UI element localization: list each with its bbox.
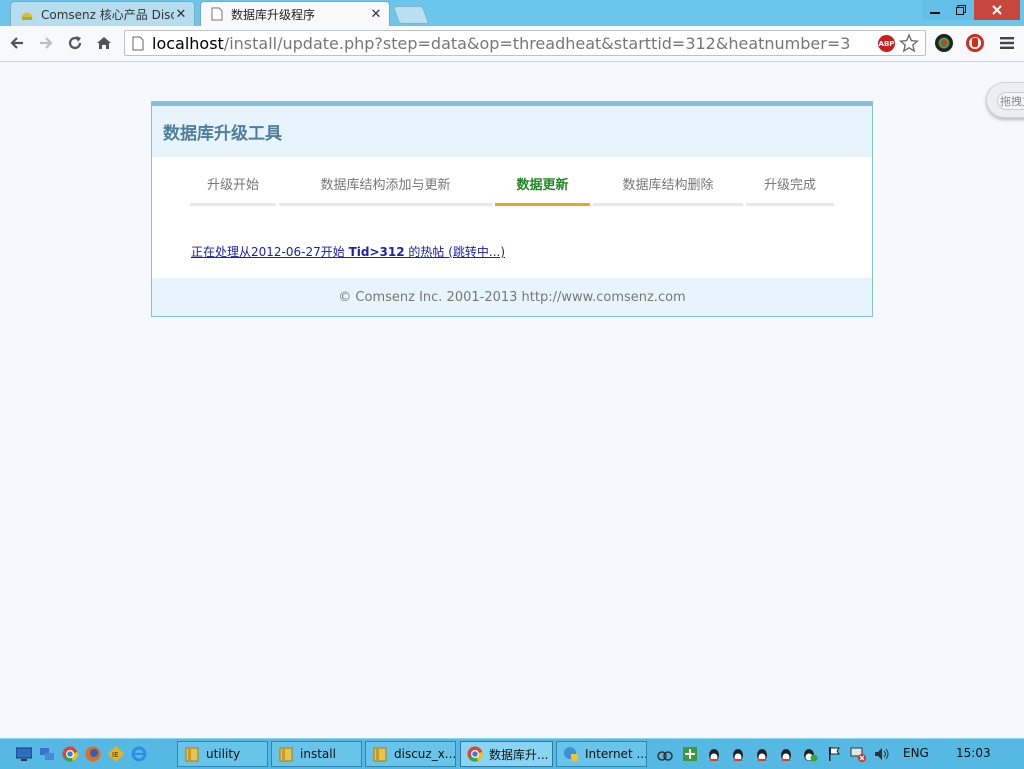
system-clock[interactable]: 15:03 xyxy=(956,746,991,760)
folder-icon xyxy=(278,746,294,762)
browser-title-bar: Comsenz 核心产品 Discu ✕ 数据库升级程序 ✕ xyxy=(0,0,1024,26)
page-title: 数据库升级工具 xyxy=(152,106,872,157)
tab-db-upgrade[interactable]: 数据库升级程序 ✕ xyxy=(200,1,390,26)
tray-qq-icon[interactable] xyxy=(706,746,722,762)
tab-comsenz[interactable]: Comsenz 核心产品 Discu ✕ xyxy=(10,1,195,26)
svg-text:IE: IE xyxy=(112,751,119,759)
upgrade-panel: 数据库升级工具 升级开始 数据库结构添加与更新 数据更新 数据库结构删除 升级完… xyxy=(151,101,873,317)
input-language[interactable]: ENG xyxy=(903,746,929,760)
menu-icon[interactable] xyxy=(996,32,1018,54)
step-structure-add: 数据库结构添加与更新 xyxy=(279,170,492,206)
page-icon xyxy=(132,36,146,51)
step-complete: 升级完成 xyxy=(746,170,834,206)
url-path: /install/update.php?step=data&op=threadh… xyxy=(223,33,851,53)
comsenz-favicon-icon xyxy=(19,6,35,22)
internet-settings-icon xyxy=(563,746,579,762)
taskbar-item-utility[interactable]: utility xyxy=(177,741,268,767)
tray-qq-icon[interactable] xyxy=(754,746,770,762)
step-structure-delete: 数据库结构删除 xyxy=(593,170,743,206)
address-bar[interactable]: localhost/install/update.php?step=data&o… xyxy=(124,30,926,56)
chrome-icon xyxy=(467,746,483,762)
reload-icon[interactable] xyxy=(64,32,86,54)
camera-extension-icon[interactable] xyxy=(933,32,955,54)
chrome-launcher-icon[interactable] xyxy=(62,746,78,762)
taskbar-item-internet[interactable]: Internet ... xyxy=(556,741,647,767)
tab-close-icon[interactable]: ✕ xyxy=(369,7,383,22)
minimize-button[interactable] xyxy=(922,0,948,20)
taskbar: IE utility install discuz_x... 数据库升... I… xyxy=(0,738,1024,769)
internet-explorer-icon[interactable] xyxy=(131,746,147,762)
star-icon[interactable] xyxy=(898,33,920,57)
taskbar-item-discuz[interactable]: discuz_x... xyxy=(365,741,456,767)
tray-qq-icon[interactable] xyxy=(730,746,746,762)
tab-close-icon[interactable]: ✕ xyxy=(174,7,188,22)
folder-icon xyxy=(372,746,388,762)
page-favicon-icon xyxy=(209,6,225,22)
new-tab-button[interactable] xyxy=(392,6,430,24)
step-data-update: 数据更新 xyxy=(495,170,590,206)
folder-icon xyxy=(184,746,200,762)
footer-copyright: © Comsenz Inc. 2001-2013 http://www.coms… xyxy=(152,278,872,316)
show-desktop-icon[interactable] xyxy=(16,746,32,762)
taskbar-item-chrome[interactable]: 数据库升... xyxy=(460,741,553,767)
step-start: 升级开始 xyxy=(190,170,276,206)
taskbar-item-install[interactable]: install xyxy=(271,741,362,767)
tab-title: 数据库升级程序 xyxy=(231,7,316,22)
back-icon[interactable] xyxy=(6,32,28,54)
close-window-button[interactable] xyxy=(974,0,1020,20)
tray-green-app-icon[interactable] xyxy=(682,746,698,762)
action-center-flag-icon[interactable] xyxy=(826,746,842,762)
browser-toolbar: localhost/install/update.php?step=data&o… xyxy=(0,26,1024,62)
restore-button[interactable] xyxy=(948,0,974,20)
tray-network-icon[interactable] xyxy=(657,746,673,762)
network-disconnected-icon[interactable] xyxy=(850,746,866,762)
url-host: localhost xyxy=(152,33,224,53)
drag-cloud-widget[interactable]: 拖拽文 xyxy=(986,82,1024,118)
stop-extension-icon[interactable] xyxy=(964,32,986,54)
volume-icon[interactable] xyxy=(874,746,890,762)
firefox-launcher-icon[interactable] xyxy=(85,746,101,762)
redirect-progress-link[interactable]: 正在处理从2012-06-27开始 Tid>312 的热帖 (跳转中...) xyxy=(191,243,505,260)
forward-icon[interactable] xyxy=(35,32,57,54)
home-icon[interactable] xyxy=(93,32,115,54)
tab-title: Comsenz 核心产品 Discu xyxy=(41,7,174,22)
tray-qq-check-icon[interactable] xyxy=(802,746,818,762)
adblock-icon[interactable]: ABP xyxy=(878,35,895,52)
drag-cloud-label: 拖拽文 xyxy=(997,92,1024,110)
network-shortcut-icon[interactable] xyxy=(39,746,55,762)
tray-qq-icon[interactable] xyxy=(778,746,794,762)
ie-tool-icon[interactable]: IE xyxy=(108,746,124,762)
